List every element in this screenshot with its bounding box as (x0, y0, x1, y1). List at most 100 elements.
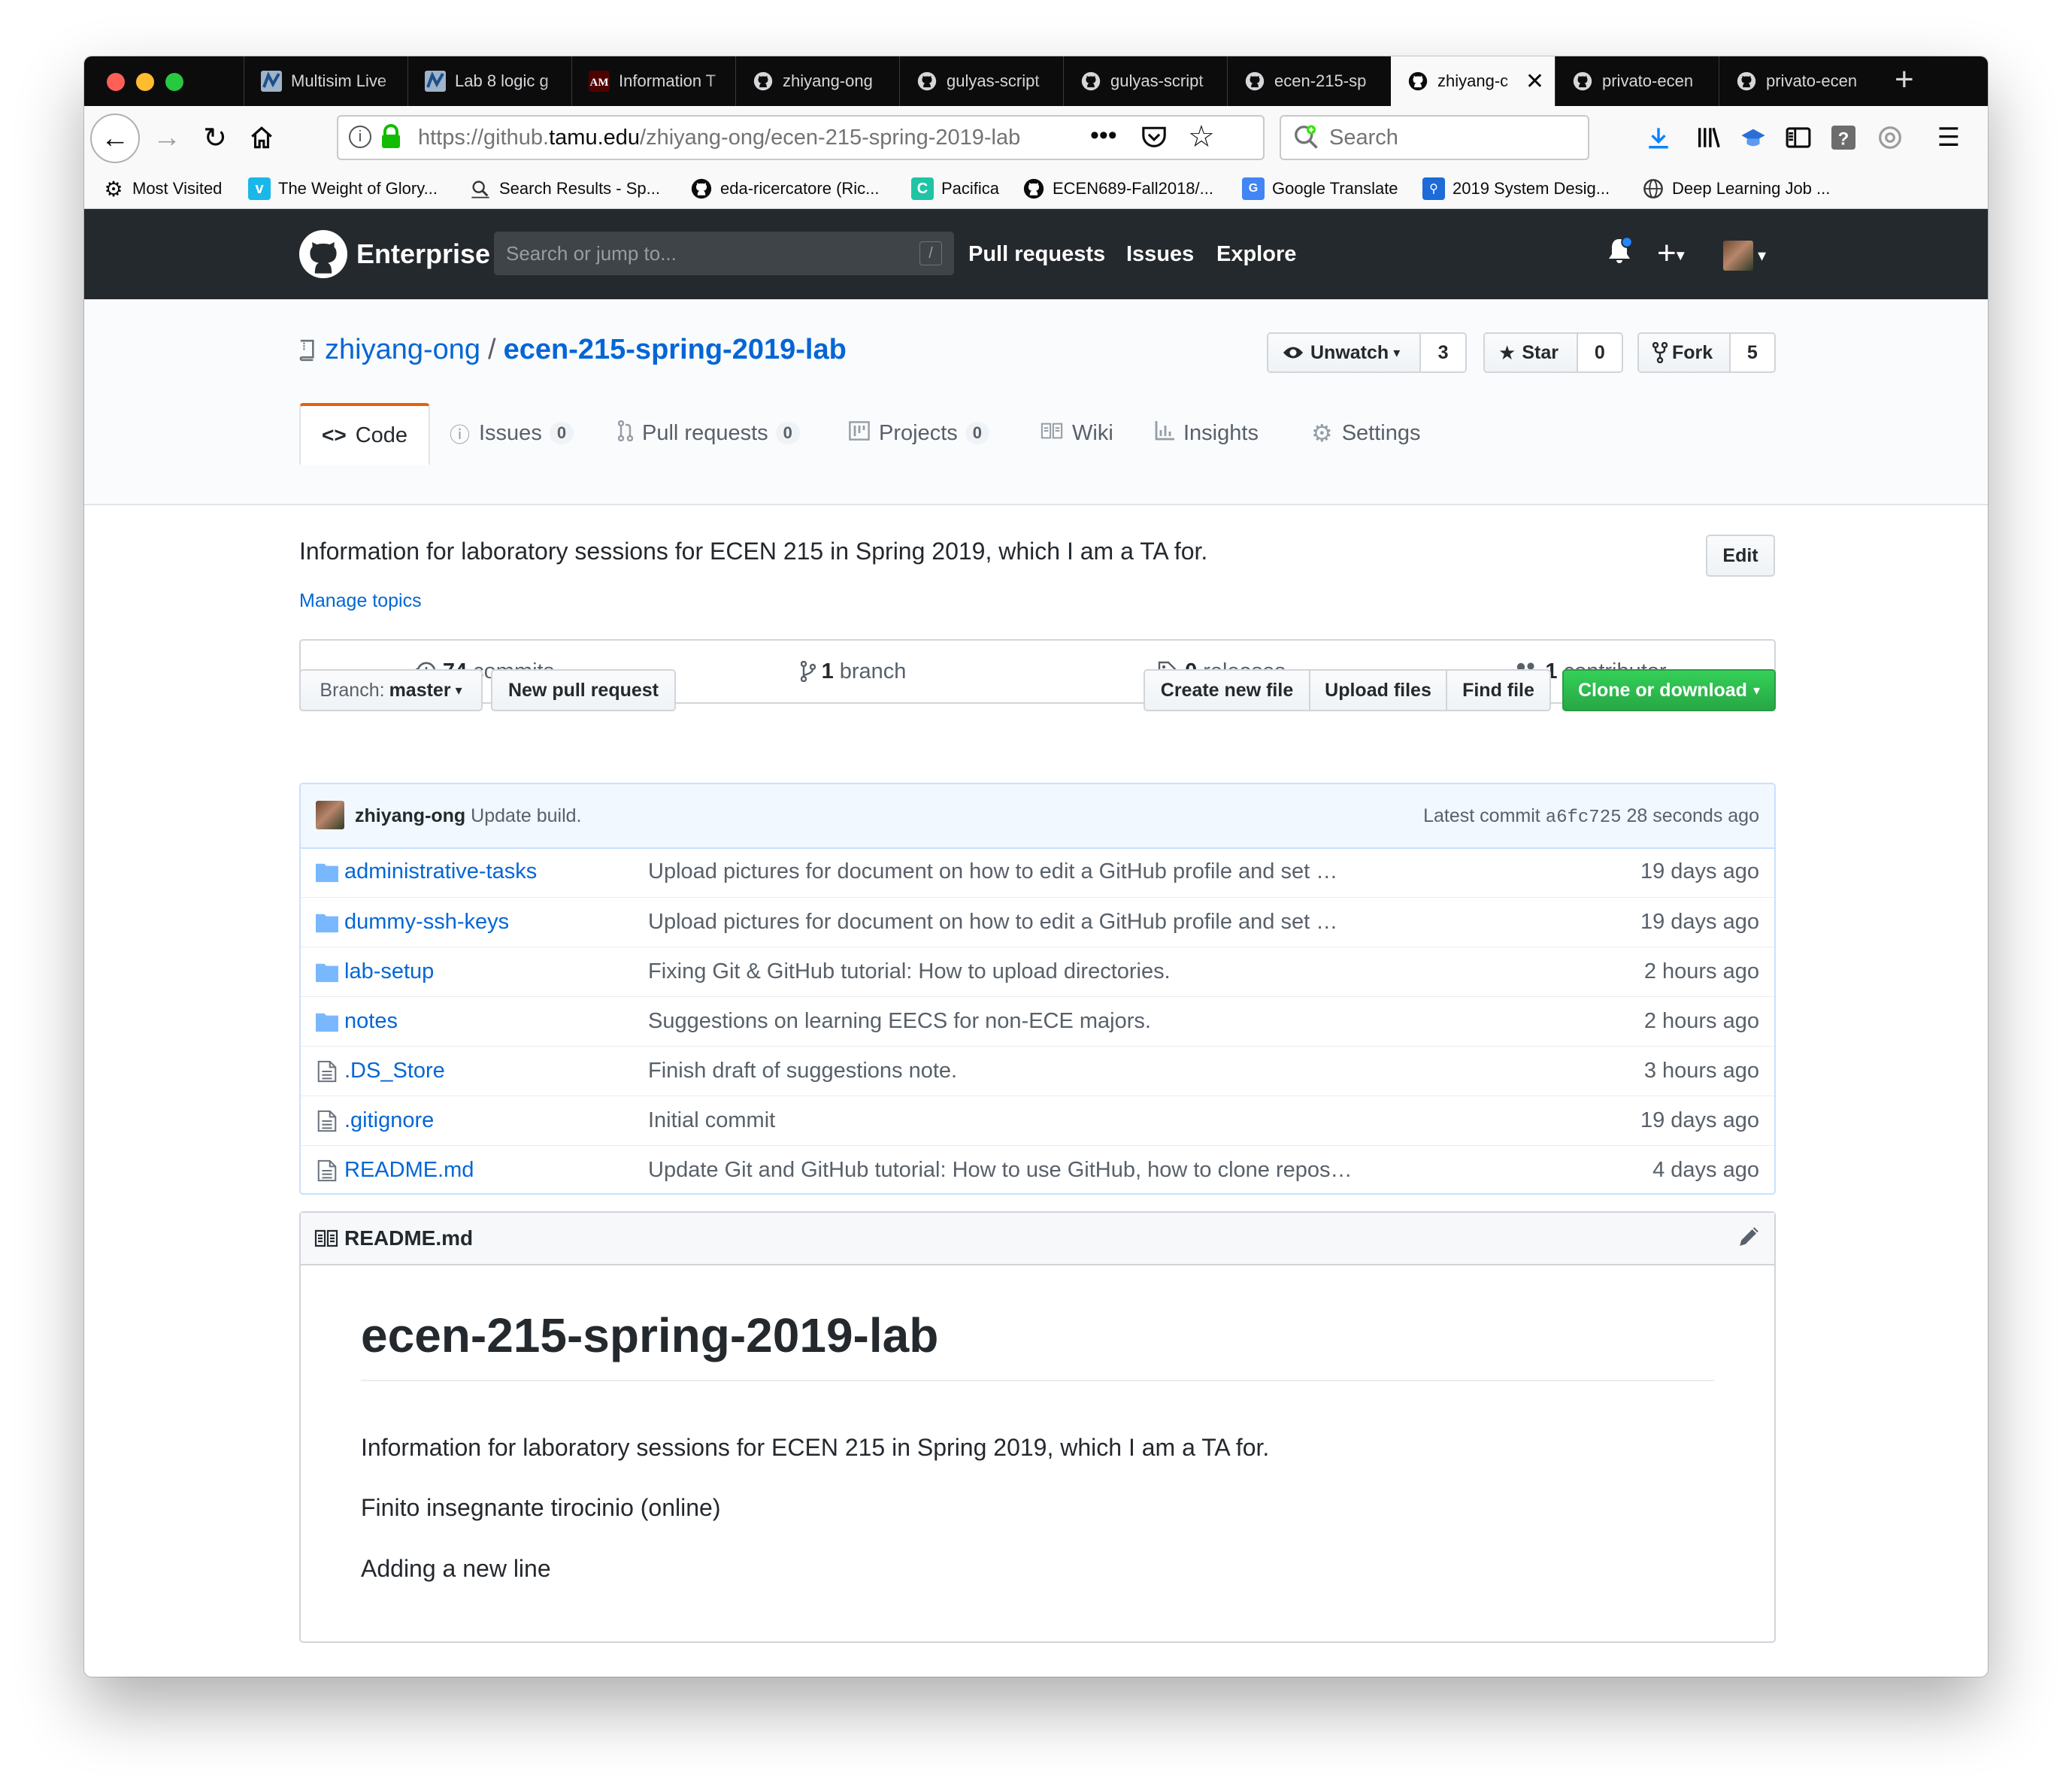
repo-title: zhiyang-ong / ecen-215-spring-2019-lab (299, 334, 847, 366)
extension-circle-icon[interactable] (1872, 120, 1908, 156)
file-name-link[interactable]: README.md (344, 1158, 474, 1183)
notifications-bell-icon[interactable] (1606, 236, 1633, 273)
repo-name-link[interactable]: ecen-215-spring-2019-lab (504, 334, 847, 366)
pocket-icon[interactable] (1141, 126, 1167, 153)
navigation-toolbar: ← → ↻ i https://github.tamu.edu/zhiyang-… (84, 106, 1988, 169)
file-name-link[interactable]: administrative-tasks (344, 859, 537, 884)
user-avatar-menu[interactable]: ▾ (1723, 241, 1766, 271)
stargazers-count[interactable]: 0 (1577, 334, 1622, 371)
tab-code[interactable]: <> Code (299, 403, 431, 465)
browser-tab[interactable]: zhiyang-ong (735, 56, 899, 106)
branches-summary[interactable]: 1 branch (669, 641, 1038, 702)
close-tab-icon[interactable]: ✕ (1525, 68, 1544, 95)
browser-search-box[interactable]: Search (1280, 115, 1589, 160)
forks-count[interactable]: 5 (1730, 334, 1774, 371)
file-name-link[interactable]: lab-setup (344, 959, 434, 984)
file-commit-message[interactable]: Initial commit (648, 1108, 775, 1133)
tab-settings[interactable]: ⚙ Settings (1311, 403, 1420, 463)
tab-issues[interactable]: ⓘ Issues 0 (450, 403, 574, 463)
browser-tab[interactable]: Lab 8 logic g (407, 56, 571, 106)
browser-tab[interactable]: gulyas-script (899, 56, 1063, 106)
create-new-file-button[interactable]: Create new file (1144, 669, 1310, 711)
browser-tab[interactable]: Multisim Live (244, 56, 407, 106)
commit-message-link[interactable]: Update build. (471, 805, 581, 826)
home-icon[interactable] (239, 115, 284, 160)
browser-tab[interactable]: privato-ecen (1555, 56, 1719, 106)
new-tab-plus-icon[interactable]: + (1895, 61, 1914, 98)
file-name-link[interactable]: .gitignore (344, 1108, 434, 1133)
gear-icon: ⚙ (104, 177, 123, 201)
help-extension-icon[interactable]: ? (1825, 120, 1861, 156)
page-actions-icon[interactable]: ••• (1090, 121, 1117, 150)
file-commit-message[interactable]: Fixing Git & GitHub tutorial: How to upl… (648, 959, 1171, 984)
star-button[interactable]: ★ Star (1485, 334, 1578, 371)
clone-or-download-button[interactable]: Clone or download ▾ (1562, 669, 1776, 711)
close-window-button[interactable] (107, 73, 125, 91)
repo-owner-link[interactable]: zhiyang-ong (325, 334, 480, 366)
find-file-button[interactable]: Find file (1446, 669, 1551, 711)
create-new-plus-icon[interactable]: +▾ (1657, 235, 1685, 272)
github-enterprise-logo[interactable]: Enterprise (299, 230, 490, 278)
bookmark-item[interactable]: ECEN689-Fall2018/... (1022, 175, 1213, 202)
address-bar[interactable]: i https://github.tamu.edu/zhiyang-ong/ec… (337, 115, 1265, 160)
bookmark-item[interactable]: eda-ricercatore (Ric... (690, 175, 880, 202)
search-shortcut-key: / (919, 241, 942, 265)
edit-description-button[interactable]: Edit (1706, 535, 1775, 577)
watchers-count[interactable]: 3 (1421, 334, 1465, 371)
github-icon (916, 71, 938, 92)
commit-author-link[interactable]: zhiyang-ong (355, 805, 465, 826)
nav-issues[interactable]: Issues (1126, 242, 1194, 267)
avatar[interactable] (316, 801, 344, 829)
file-commit-message[interactable]: Finish draft of suggestions note. (648, 1059, 957, 1083)
minimize-window-button[interactable] (136, 73, 154, 91)
bookmark-star-icon[interactable]: ☆ (1188, 120, 1215, 154)
unwatch-button[interactable]: Unwatch ▾ (1268, 334, 1422, 371)
info-icon[interactable]: i (349, 126, 371, 148)
bookmark-item[interactable]: v The Weight of Glory... (248, 175, 438, 202)
tab-projects[interactable]: Projects 0 (849, 403, 990, 463)
file-commit-message[interactable]: Suggestions on learning EECS for non-ECE… (648, 1009, 1151, 1034)
nav-explore[interactable]: Explore (1216, 242, 1296, 267)
fork-button[interactable]: Fork (1639, 334, 1731, 371)
browser-tab[interactable]: gulyas-script (1063, 56, 1227, 106)
browser-tab[interactable]: AM Information T (571, 56, 735, 106)
commit-sha-link[interactable]: a6fc725 (1546, 808, 1622, 828)
file-commit-message[interactable]: Update Git and GitHub tutorial: How to u… (648, 1158, 1353, 1183)
back-arrow-icon[interactable]: ← (90, 114, 140, 163)
bookmark-item[interactable]: C Pacifica (911, 175, 999, 202)
file-commit-message[interactable]: Upload pictures for document on how to e… (648, 859, 1337, 884)
forward-arrow-icon[interactable]: → (144, 115, 189, 160)
browser-tab[interactable]: privato-ecen (1719, 56, 1883, 106)
branch-select-button[interactable]: Branch: master ▾ (299, 669, 483, 711)
commit-age: 28 seconds ago (1626, 805, 1759, 826)
bookmark-item[interactable]: Deep Learning Job ... (1642, 175, 1830, 202)
manage-topics-link[interactable]: Manage topics (299, 590, 422, 612)
github-search-input[interactable]: Search or jump to... / (494, 232, 954, 275)
tab-wiki[interactable]: Wiki (1041, 403, 1113, 463)
downloads-icon[interactable] (1640, 120, 1677, 156)
readme-paragraph: Adding a new line (361, 1555, 551, 1582)
browser-tab[interactable]: ecen-215-sp (1227, 56, 1391, 106)
graduation-cap-icon[interactable] (1735, 120, 1771, 156)
zoom-window-button[interactable] (165, 73, 183, 91)
reload-icon[interactable]: ↻ (192, 115, 238, 160)
file-commit-message[interactable]: Upload pictures for document on how to e… (648, 910, 1337, 935)
github-header: Enterprise Search or jump to... / Pull r… (84, 209, 1988, 299)
bookmark-item[interactable]: G Google Translate (1242, 175, 1398, 202)
browser-tab-active[interactable]: zhiyang-c ✕ (1391, 56, 1555, 106)
hamburger-menu-icon[interactable]: ☰ (1931, 120, 1967, 156)
new-pull-request-button[interactable]: New pull request (491, 669, 676, 711)
nav-pull-requests[interactable]: Pull requests (968, 242, 1105, 267)
file-name-link[interactable]: dummy-ssh-keys (344, 910, 509, 935)
sidebar-icon[interactable] (1780, 120, 1816, 156)
tab-pull-requests[interactable]: Pull requests 0 (617, 403, 800, 463)
bookmark-item[interactable]: ⚙ Most Visited (102, 175, 222, 202)
pencil-edit-icon[interactable] (1738, 1225, 1761, 1253)
tab-insights[interactable]: Insights (1155, 403, 1259, 463)
file-name-link[interactable]: notes (344, 1009, 398, 1034)
library-icon[interactable] (1690, 120, 1726, 156)
file-name-link[interactable]: .DS_Store (344, 1059, 445, 1083)
upload-files-button[interactable]: Upload files (1309, 669, 1447, 711)
bookmark-item[interactable]: Search Results - Sp... (469, 175, 660, 202)
bookmark-item[interactable]: ⚲ 2019 System Desig... (1422, 175, 1610, 202)
